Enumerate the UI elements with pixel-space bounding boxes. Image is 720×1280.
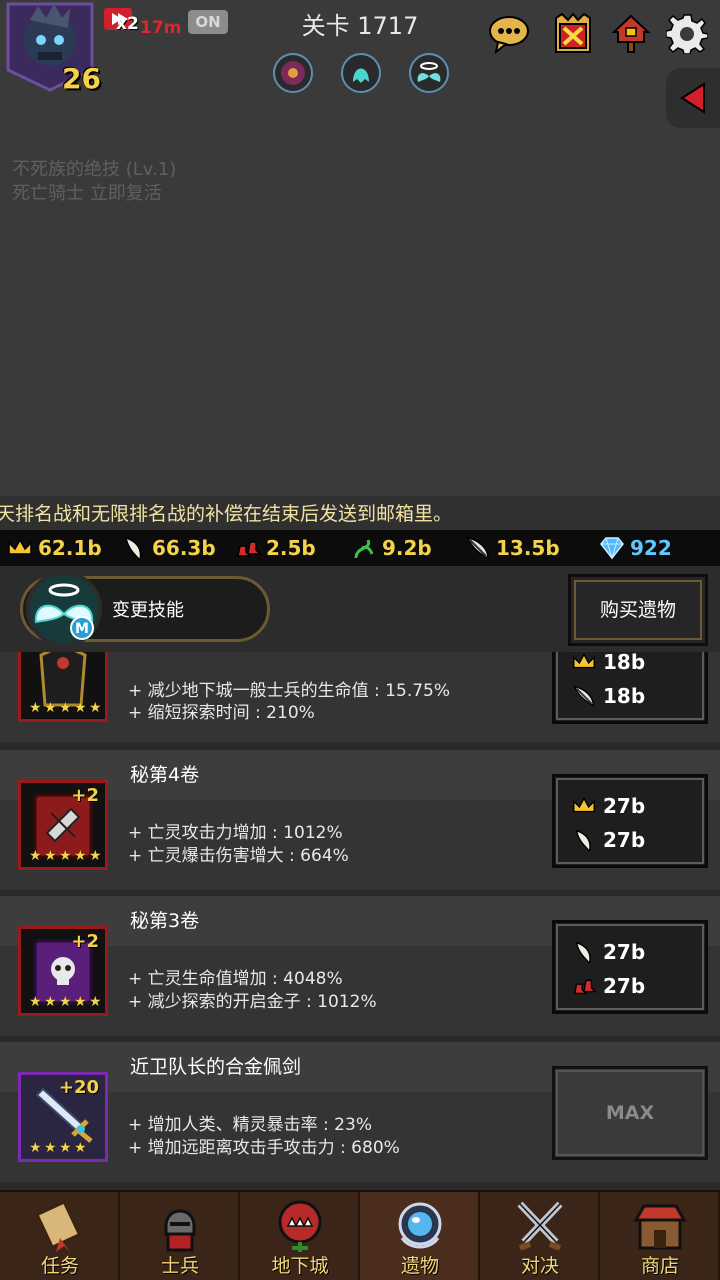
relic-stat: + 缩短探索时间 : 210% bbox=[128, 703, 315, 723]
top-hud: 26 x2 17m ON 关卡 1717 bbox=[0, 0, 720, 128]
speed-multiplier: x2 bbox=[116, 14, 139, 34]
skill-note-title: 不死族的绝技 (Lv.1) bbox=[12, 159, 177, 180]
currency-feather: 13.5b bbox=[464, 530, 560, 566]
cost-value: 27b bbox=[603, 794, 646, 818]
relic-row: 秘第3卷 +2 ★ ★ ★ ★ ★ + 亡灵生命值增加 : 4048% + 减少探索的开… bbox=[0, 896, 720, 1036]
cost-value: 27b bbox=[603, 940, 646, 964]
alloy-sword-relic-icon[interactable]: +20 ★ ★ ★ ★ bbox=[18, 1072, 108, 1162]
crown-icon bbox=[573, 797, 595, 813]
skill-bar: M 变更技能 购买遗物 bbox=[0, 566, 720, 652]
relic-title: 近卫队长的合金佩剑 bbox=[130, 1056, 302, 1078]
mailbox-icon[interactable] bbox=[610, 12, 652, 54]
diamond-icon bbox=[600, 537, 624, 560]
red-boots-icon bbox=[237, 541, 262, 557]
relic-stat: + 亡灵生命值增加 : 4048% bbox=[128, 969, 343, 989]
claw-icon bbox=[575, 829, 591, 853]
nav-tab-dungeon[interactable]: 地下城 bbox=[240, 1192, 360, 1280]
flower-buff-icon[interactable] bbox=[272, 52, 314, 94]
wing-buff-icon[interactable] bbox=[408, 52, 450, 94]
chat-icon[interactable] bbox=[488, 12, 530, 55]
currency-value: 62.1b bbox=[38, 536, 102, 560]
nav-label: 遗物 bbox=[400, 1255, 439, 1277]
settings-gear-icon[interactable] bbox=[665, 12, 709, 55]
angel-wing-skill-icon[interactable]: M bbox=[18, 570, 110, 648]
monster-plant-icon bbox=[278, 1200, 322, 1252]
active-skill-note: 不死族的绝技 (Lv.1) 死亡骑士 立即复活 bbox=[12, 158, 176, 206]
relic-plus: +2 bbox=[71, 931, 99, 952]
relic-title: 秘第3卷 bbox=[130, 910, 200, 932]
nav-label: 地下城 bbox=[271, 1255, 329, 1277]
relic-stat: + 增加人类、精灵暴击率 : 23% bbox=[128, 1115, 372, 1135]
svg-text:M: M bbox=[75, 621, 89, 637]
relic-row: ★ ★ ★ ★ ★ + 减少地下城一般士兵的生命值 : 15.75% + 缩短探索时间 … bbox=[0, 652, 720, 742]
upgrade-cost-button[interactable]: 27b 27b bbox=[552, 920, 708, 1014]
upgrade-cost-button[interactable]: 27b 27b bbox=[552, 774, 708, 868]
hero-level: 26 bbox=[62, 62, 101, 95]
red-boots-icon bbox=[573, 979, 597, 995]
relic-stat: + 减少探索的开启金子 : 1012% bbox=[128, 992, 377, 1012]
currency-value: 2.5b bbox=[266, 536, 316, 560]
nav-tab-relic[interactable]: 遗物 bbox=[360, 1192, 480, 1280]
currency-value: 66.3b bbox=[152, 536, 216, 560]
relic-row: 近卫队长的合金佩剑 +20 ★ ★ ★ ★ + 增加人类、精灵暴击率 : 23% + … bbox=[0, 1042, 720, 1182]
cost-value: 27b bbox=[603, 828, 646, 852]
cost-value: 18b bbox=[603, 652, 646, 674]
crown-icon bbox=[8, 538, 32, 555]
nav-label: 对决 bbox=[520, 1255, 559, 1277]
dark-feather-icon bbox=[573, 685, 594, 707]
currency-diamond[interactable]: 922 bbox=[598, 530, 672, 566]
scroll-icon bbox=[35, 1199, 82, 1252]
nav-tab-duel[interactable]: 对决 bbox=[480, 1192, 600, 1280]
nav-label: 商店 bbox=[640, 1255, 679, 1277]
relic-stat: + 亡灵爆击伤害增大 : 664% bbox=[128, 846, 349, 866]
max-level-button: MAX bbox=[552, 1066, 708, 1160]
currency-boots: 2.5b bbox=[234, 530, 316, 566]
nav-tab-shop[interactable]: 商店 bbox=[600, 1192, 720, 1280]
relic-stat: + 亡灵攻击力增加 : 1012% bbox=[128, 823, 343, 843]
currency-value: 922 bbox=[630, 536, 672, 560]
upgrade-cost-button[interactable]: 18b 18b bbox=[552, 652, 708, 724]
claw-icon bbox=[125, 536, 142, 562]
skill-note-desc: 死亡骑士 立即复活 bbox=[12, 183, 162, 204]
bottom-nav: 任务 士兵 地下城 遗物 对决 商店 bbox=[0, 1190, 720, 1280]
guild-banner-icon[interactable] bbox=[552, 12, 594, 54]
purple-skull-tome-relic-icon[interactable]: +2 ★ ★ ★ ★ ★ bbox=[18, 926, 108, 1016]
currency-vine: 9.2b bbox=[350, 530, 432, 566]
currency-value: 9.2b bbox=[382, 536, 432, 560]
relic-title: 秘第4卷 bbox=[130, 764, 200, 786]
ghost-buff-icon[interactable] bbox=[340, 52, 382, 94]
notice-ticker: 天排名战和无限排名战的补偿在结束后发送到邮箱里。 bbox=[0, 496, 720, 532]
relic-row: 秘第4卷 +2 ★ ★ ★ ★ ★ + 亡灵攻击力增加 : 1012% + 亡灵爆击伤害… bbox=[0, 750, 720, 890]
collapse-panel-button[interactable] bbox=[666, 68, 720, 128]
relic-stat: + 增加远距离攻击手攻击力 : 680% bbox=[128, 1138, 400, 1158]
soldier-icon bbox=[164, 1209, 196, 1252]
relic-plus: +2 bbox=[71, 785, 99, 806]
currency-value: 13.5b bbox=[496, 536, 560, 560]
cost-value: 27b bbox=[603, 974, 646, 998]
shop-icon bbox=[633, 1204, 687, 1250]
green-vine-icon bbox=[354, 539, 374, 559]
cost-value: 18b bbox=[603, 684, 646, 708]
relic-plus: +20 bbox=[58, 1077, 99, 1098]
change-skill-label: 变更技能 bbox=[112, 600, 184, 621]
nav-tab-soldier[interactable]: 士兵 bbox=[120, 1192, 240, 1280]
currency-crown: 62.1b bbox=[6, 530, 102, 566]
claw-icon bbox=[575, 941, 591, 965]
nav-tab-quest[interactable]: 任务 bbox=[0, 1192, 120, 1280]
crown-icon bbox=[573, 653, 595, 669]
speed-timer: 17m bbox=[140, 18, 182, 38]
stage-title: 关卡 1717 bbox=[301, 12, 419, 40]
currency-bar: 62.1b 66.3b 2.5b 9.2b 13.5b 922 bbox=[0, 530, 720, 566]
auto-toggle[interactable]: ON bbox=[188, 10, 228, 34]
dark-feather-icon bbox=[466, 536, 489, 560]
crossed-swords-icon bbox=[517, 1201, 563, 1251]
buy-relic-button[interactable]: 购买遗物 bbox=[568, 574, 708, 646]
nav-label: 任务 bbox=[40, 1255, 79, 1277]
red-tome-relic-icon[interactable]: +2 ★ ★ ★ ★ ★ bbox=[18, 780, 108, 870]
nav-label: 士兵 bbox=[160, 1255, 199, 1277]
dark-armor-relic-icon[interactable]: ★ ★ ★ ★ ★ bbox=[18, 652, 108, 722]
currency-claw: 66.3b bbox=[120, 530, 216, 566]
relic-orb-icon bbox=[398, 1202, 442, 1249]
relic-list[interactable]: ★ ★ ★ ★ ★ + 减少地下城一般士兵的生命值 : 15.75% + 缩短探索时间 … bbox=[0, 652, 720, 1190]
